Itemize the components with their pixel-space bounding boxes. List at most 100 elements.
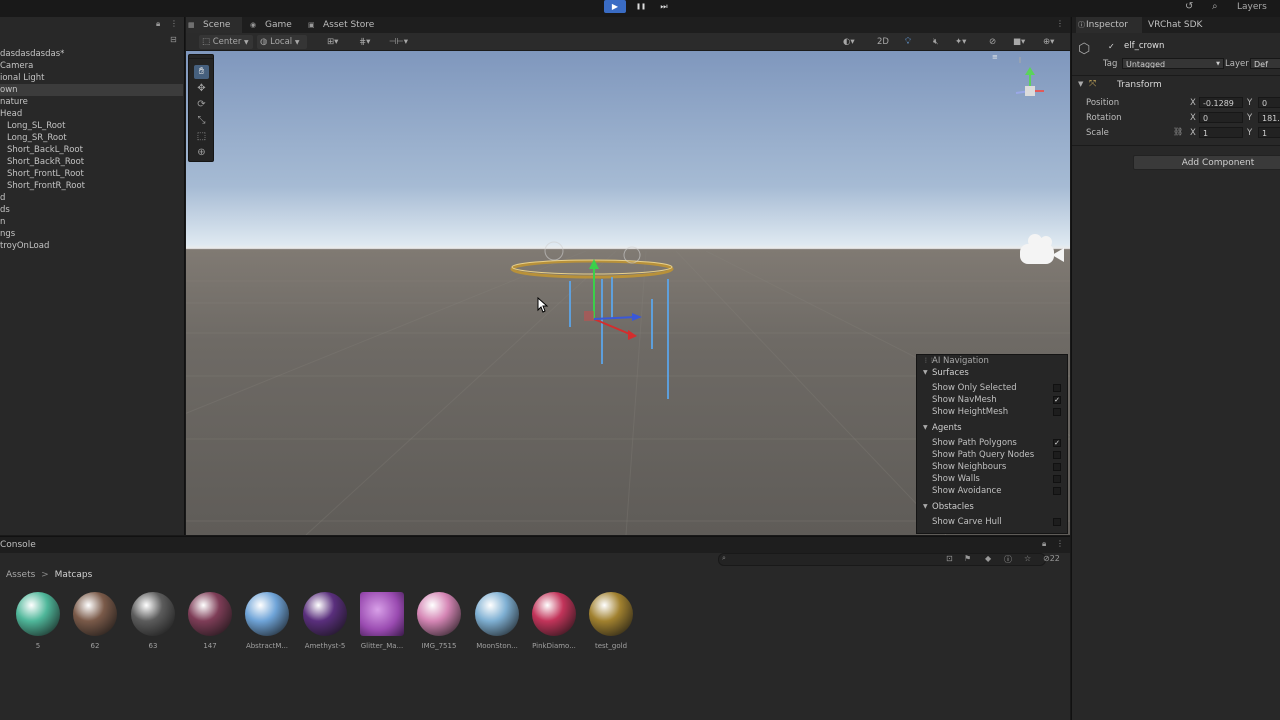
hierarchy-item[interactable]: troyOnLoad [0,240,183,252]
rotation-x-field[interactable]: 0 [1199,112,1243,123]
nav-option-checkbox[interactable] [1053,518,1061,526]
tab-inspector[interactable]: ⓘ Inspector [1076,17,1142,33]
scale-tool-icon[interactable]: ⤡ [194,114,209,128]
tag-dropdown[interactable]: Untagged ▼ [1122,58,1224,69]
layer-dropdown[interactable]: Def [1250,58,1280,69]
more-icon[interactable]: ⋮ [170,19,178,28]
material-asset[interactable]: test_gold [586,592,636,650]
material-asset[interactable]: MoonSton... [472,592,522,650]
gizmos-icon[interactable]: ⊕▾ [1040,35,1057,49]
hierarchy-item[interactable]: Short_BackL_Root [0,144,183,156]
lock-icon[interactable]: 🔒︎ [156,19,160,29]
hidden-packages-icon[interactable]: ⊘22 [1043,554,1060,563]
hierarchy-item[interactable]: dasdasdasdas* [0,48,183,60]
nav-option-checkbox[interactable] [1053,451,1061,459]
scene-view[interactable]: ≡ ✋︎ ✥ ⟳ ⤡ ⬚ ⊕ ⋮⋮ AI Navigation ▼ Surfac… [186,51,1070,535]
scene-menu-icon[interactable]: ⊟ [170,35,177,44]
nav-option-checkbox[interactable]: ✓ [1053,396,1061,404]
nav-option-checkbox[interactable] [1053,384,1061,392]
camera-gizmo-icon[interactable] [1020,234,1066,266]
hand-tool-icon[interactable]: ✋︎ [194,65,209,79]
material-asset[interactable]: IMG_7515 [414,592,464,650]
material-asset[interactable]: 63 [128,592,178,650]
hierarchy-item[interactable]: Short_FrontL_Root [0,168,183,180]
nav-option-checkbox[interactable] [1053,487,1061,495]
section-agents[interactable]: ▼ Agents [917,422,1067,434]
position-y-field[interactable]: 0 [1258,97,1280,108]
step-button[interactable]: ⏭ [653,0,675,13]
hierarchy-item[interactable]: d [0,192,183,204]
toggle-2d-button[interactable]: 2D [874,35,892,49]
hierarchy-item[interactable]: ds [0,204,183,216]
info-icon[interactable]: ⓘ [1004,554,1012,565]
nav-option-checkbox[interactable] [1053,408,1061,416]
more-icon[interactable]: ⋮ [1056,539,1064,548]
hierarchy-item[interactable]: Long_SR_Root [0,132,183,144]
grid-icon[interactable]: ⋕▾ [356,35,373,49]
pause-button[interactable]: ❚❚ [630,0,652,13]
camera-icon[interactable]: ■▾ [1010,35,1028,49]
elf-crown-object[interactable] [504,239,676,403]
tab-scene[interactable]: ▦ Scene [186,17,242,33]
breadcrumb-matcaps[interactable]: Matcaps [55,570,93,580]
hierarchy-item[interactable]: ngs [0,228,183,240]
section-obstacles[interactable]: ▼ Obstacles [917,501,1067,513]
play-button[interactable]: ▶ [604,0,626,13]
tab-asset-store[interactable]: ▣ Asset Store [306,17,376,33]
material-asset[interactable]: 147 [185,592,235,650]
hierarchy-item[interactable]: Camera [0,60,183,72]
material-asset[interactable]: AbstractM... [242,592,292,650]
rect-tool-icon[interactable]: ⬚ [194,130,209,144]
active-checkbox[interactable]: ✓ [1108,42,1117,51]
increment-snap-icon[interactable]: ⊣⊢▾ [386,35,411,49]
draw-mode-icon[interactable]: ◐▾ [840,35,858,49]
filter-label-icon[interactable]: ⚑ [964,554,971,563]
hierarchy-item[interactable]: nature [0,96,183,108]
lighting-icon[interactable]: 💡︎ [902,35,914,49]
material-asset[interactable]: PinkDiamo... [529,592,579,650]
nav-option-checkbox[interactable]: ✓ [1053,439,1061,447]
hierarchy-item[interactable]: Head [0,108,183,120]
effects-icon[interactable]: ✦▾ [952,35,969,49]
ai-nav-header[interactable]: ⋮⋮ AI Navigation [917,355,1067,367]
scale-y-field[interactable]: 1 [1258,127,1280,138]
tab-game[interactable]: ◉ Game [248,17,300,33]
tab-console[interactable]: Console [0,540,36,550]
add-component-button[interactable]: Add Component [1133,155,1280,170]
object-name-field[interactable]: elf_crown [1121,41,1280,52]
hierarchy-item[interactable]: Short_BackR_Root [0,156,183,168]
chevron-down-icon[interactable]: ▼ [1078,80,1083,88]
audio-icon[interactable]: 🔇︎ [930,35,941,49]
favorite-icon[interactable]: ☆ [1024,554,1031,563]
tag-icon[interactable]: ◆ [985,554,991,563]
space-dropdown[interactable]: ◍ Local ▼ [257,35,307,49]
view-orientation-gizmo[interactable] [992,57,1062,127]
layers-dropdown[interactable]: Layers [1232,0,1280,14]
material-asset[interactable]: Amethyst-5 [300,592,350,650]
transform-tool-icon[interactable]: ⊕ [194,146,209,160]
rotation-y-field[interactable]: 181.0 [1258,112,1280,123]
pivot-dropdown[interactable]: ⬚ Center ▼ [199,35,253,49]
menu-icon[interactable]: ≡ [992,53,998,61]
breadcrumb-assets[interactable]: Assets [6,570,35,580]
more-icon[interactable]: ⋮ [1056,19,1064,28]
hierarchy-item[interactable]: n [0,216,183,228]
nav-option-checkbox[interactable] [1053,475,1061,483]
hierarchy-item[interactable]: Long_SL_Root [0,120,183,132]
hierarchy-item[interactable]: own [0,84,183,96]
hidden-objects-icon[interactable]: ⊘ [986,35,999,49]
material-asset[interactable]: 62 [70,592,120,650]
grid-snap-icon[interactable]: ⊞▾ [324,35,341,49]
section-surfaces[interactable]: ▼ Surfaces [917,367,1067,379]
rotate-tool-icon[interactable]: ⟳ [194,98,209,112]
filter-type-icon[interactable]: ⊡ [946,554,953,563]
search-icon[interactable]: ⌕ [1212,1,1218,12]
hierarchy-item[interactable]: Short_FrontR_Root [0,180,183,192]
link-icon[interactable]: ⛓︎ [1173,127,1183,136]
move-tool-icon[interactable]: ✥ [194,82,209,96]
position-x-field[interactable]: -0.1289 [1199,97,1243,108]
material-asset[interactable]: 5 [13,592,63,650]
tab-vrchat-sdk[interactable]: VRChat SDK [1148,17,1202,33]
scale-x-field[interactable]: 1 [1199,127,1243,138]
nav-option-checkbox[interactable] [1053,463,1061,471]
